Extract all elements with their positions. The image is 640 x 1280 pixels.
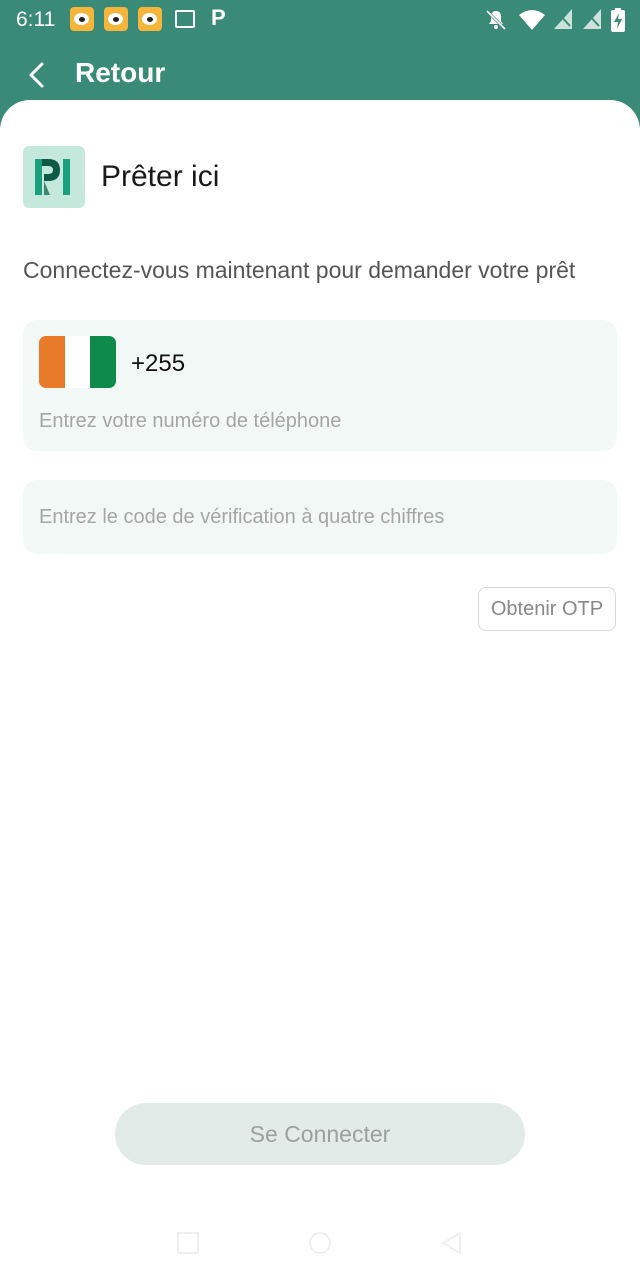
country-code[interactable]: +255 [131,350,185,378]
login-button[interactable]: Se Connecter [115,1103,525,1165]
status-time: 6:11 [16,8,56,31]
app-bar: Retour [0,40,640,106]
status-bar: 6:11 P [0,0,640,40]
login-subtitle: Connectez-vous maintenant pour demander … [23,257,576,283]
pi-logo-icon [35,159,70,195]
phone-field[interactable]: +255 [23,320,617,451]
flag-stripe-green [90,336,116,388]
flag-stripe-orange [39,336,65,388]
phone-input[interactable] [39,406,599,436]
back-nav-icon[interactable] [440,1231,464,1255]
gallery-icon [175,10,195,28]
battery-charging-icon [611,8,625,32]
wifi-icon [519,10,545,30]
otp-input[interactable] [39,502,599,532]
weibo-icon [138,7,162,31]
app-logo [23,146,85,208]
back-button[interactable] [22,52,62,96]
p-icon: P [211,5,226,30]
signal-icon [583,9,601,29]
app-name: Prêter ici [101,160,220,193]
weibo-icon [70,7,94,31]
recents-icon[interactable] [176,1231,200,1255]
country-flag[interactable] [39,336,116,388]
otp-field[interactable] [23,480,617,554]
home-icon[interactable] [308,1231,332,1255]
back-label[interactable]: Retour [75,57,165,89]
login-card: Prêter ici Connectez-vous maintenant pou… [0,100,640,1280]
weibo-icon [104,7,128,31]
system-nav-bar [0,1215,640,1265]
flag-stripe-white [64,336,91,388]
bell-off-icon [485,9,507,31]
signal-icon [554,9,572,29]
chevron-left-icon [29,62,44,88]
get-otp-button[interactable]: Obtenir OTP [478,587,616,631]
